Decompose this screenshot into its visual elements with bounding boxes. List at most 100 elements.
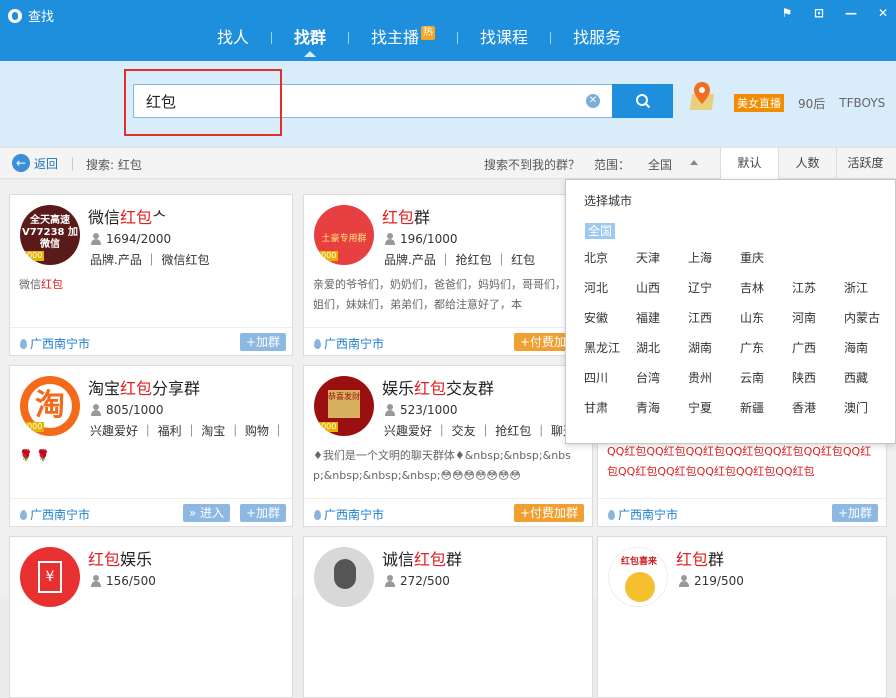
tab-find-courses[interactable]: 找课程 — [458, 26, 550, 50]
tab-find-groups[interactable]: 找群 — [272, 26, 348, 57]
city-option[interactable]: 江西 — [688, 310, 740, 326]
tab-find-services[interactable]: 找服务 — [551, 26, 643, 50]
location-pin-icon — [20, 338, 27, 349]
group-card[interactable]: 土豪专用群 1000 红包群 196/1000 品牌.产品 ｜ 抢红包 ｜ 红包… — [303, 194, 593, 356]
close-icon[interactable]: ✕ — [876, 6, 890, 20]
group-card[interactable]: 红包喜来 红包群 219/500 — [597, 536, 887, 698]
city-option[interactable]: 重庆 — [740, 250, 792, 266]
highlight-frame — [124, 69, 282, 136]
city-option[interactable]: 辽宁 — [688, 280, 740, 296]
group-card[interactable]: 诚信红包群 272/500 — [303, 536, 593, 698]
city-option[interactable]: 宁夏 — [688, 400, 740, 416]
sort-default[interactable]: 默认 — [720, 148, 778, 179]
city-option[interactable]: 甘肃 — [584, 400, 636, 416]
city-option[interactable]: 北京 — [584, 250, 636, 266]
range-label: 范围： — [594, 158, 631, 172]
clear-icon[interactable]: ✕ — [586, 94, 600, 108]
city-option[interactable]: 河北 — [584, 280, 636, 296]
join-button[interactable]: +加群 — [831, 504, 878, 522]
city-option[interactable]: 云南 — [740, 370, 792, 386]
group-tags: 兴趣爱好 ｜ 交友 ｜ 抢红包 ｜ 聊天 — [384, 424, 575, 438]
city-option[interactable]: 福建 — [636, 310, 688, 326]
chevron-up-icon[interactable] — [690, 160, 698, 165]
city-option[interactable]: 山东 — [740, 310, 792, 326]
city-option[interactable]: 西藏 — [844, 370, 896, 386]
city-option[interactable]: 吉林 — [740, 280, 792, 296]
filter-bar: ← 返回 搜索: 红包 搜索不到我的群？ 范围： 全国 默认 人数 活跃度 — [0, 147, 896, 179]
group-name[interactable]: 红包娱乐 — [88, 546, 152, 570]
city-option[interactable]: 浙江 — [844, 280, 896, 296]
city-option[interactable]: 河南 — [792, 310, 844, 326]
search-icon — [635, 94, 650, 109]
group-name[interactable]: 淘宝红包分享群 — [88, 375, 200, 399]
city-option[interactable]: 湖北 — [636, 340, 688, 356]
person-icon — [90, 404, 102, 416]
hot-search-links: 美女直播 90后 TFBOYS — [734, 94, 885, 112]
app-title-text: 查找 — [28, 10, 55, 25]
group-card[interactable]: 全天高速 V77238 加微信 2000 微信红包ᄉ 1694/2000 品牌.… — [9, 194, 293, 356]
city-option[interactable]: 天津 — [636, 250, 688, 266]
city-option[interactable]: 澳门 — [844, 400, 896, 416]
feedback-icon[interactable]: ⚑ — [780, 6, 794, 20]
group-desc: 微信红包 — [19, 278, 63, 291]
skin-icon[interactable]: ⊡ — [812, 6, 826, 20]
city-option[interactable]: 广西 — [792, 340, 844, 356]
city-option[interactable]: 安徽 — [584, 310, 636, 326]
person-icon — [384, 575, 396, 587]
group-city: 广西南宁市 — [608, 506, 678, 523]
city-option[interactable]: 香港 — [792, 400, 844, 416]
join-button[interactable]: +加群 — [239, 504, 286, 522]
city-option[interactable]: 山西 — [636, 280, 688, 296]
city-option[interactable]: 台湾 — [636, 370, 688, 386]
city-option[interactable]: 内蒙古 — [844, 310, 896, 326]
city-option[interactable]: 青海 — [636, 400, 688, 416]
group-desc: 🌹 🌹 — [19, 449, 50, 462]
city-option[interactable]: 广东 — [740, 340, 792, 356]
city-option[interactable]: 上海 — [688, 250, 740, 266]
enter-button[interactable]: » 进入 — [182, 504, 230, 522]
sort-members[interactable]: 人数 — [778, 148, 836, 179]
group-card[interactable]: ¥ 红包娱乐 156/500 — [9, 536, 293, 698]
group-card[interactable]: 淘 1000 淘宝红包分享群 805/1000 兴趣爱好 ｜ 福利 ｜ 淘宝 ｜… — [9, 365, 293, 527]
city-option[interactable]: 贵州 — [688, 370, 740, 386]
sort-activity[interactable]: 活跃度 — [836, 148, 894, 179]
hot-link-90s[interactable]: 90后 — [798, 95, 825, 112]
city-option[interactable]: 四川 — [584, 370, 636, 386]
group-card[interactable]: 恭喜发财 1000 娱乐红包交友群 523/1000 兴趣爱好 ｜ 交友 ｜ 抢… — [303, 365, 593, 527]
search-button[interactable] — [612, 84, 673, 118]
join-button[interactable]: +加群 — [239, 333, 286, 351]
paid-join-button[interactable]: +付费加群 — [513, 504, 584, 522]
group-city: 广西南宁市 — [314, 506, 384, 523]
member-count: 523/1000 — [384, 403, 458, 417]
hot-link-tfboys[interactable]: TFBOYS — [839, 96, 885, 110]
location-pin-icon — [314, 509, 321, 520]
group-name[interactable]: 娱乐红包交友群 — [382, 375, 494, 399]
group-avatar: 红包喜来 — [608, 547, 668, 607]
city-option-all[interactable]: 全国 — [585, 223, 616, 239]
group-name[interactable]: 诚信红包群 — [382, 546, 462, 570]
location-map-icon[interactable] — [689, 80, 720, 114]
location-pin-icon — [608, 509, 615, 520]
group-city: 广西南宁市 — [314, 335, 384, 352]
city-option[interactable]: 海南 — [844, 340, 896, 356]
city-option[interactable]: 陕西 — [792, 370, 844, 386]
back-button[interactable]: ← 返回 — [12, 154, 58, 172]
group-name[interactable]: 微信红包ᄉ — [88, 204, 167, 228]
city-option[interactable]: 湖南 — [688, 340, 740, 356]
city-option[interactable]: 江苏 — [792, 280, 844, 296]
tab-find-people[interactable]: 找人 — [195, 26, 271, 50]
not-found-link[interactable]: 搜索不到我的群？ — [484, 156, 580, 173]
member-count: 1694/2000 — [90, 232, 171, 246]
city-option — [792, 250, 844, 266]
group-name[interactable]: 红包群 — [676, 546, 724, 570]
card-footer: 广西南宁市 » 进入 +加群 — [10, 498, 292, 526]
group-name[interactable]: 红包群 — [382, 204, 430, 228]
tab-find-anchor[interactable]: 找主播热 — [349, 26, 457, 50]
minimize-icon[interactable]: — — [844, 6, 858, 20]
range-select[interactable]: 全国 — [648, 156, 672, 173]
hot-link-live[interactable]: 美女直播 — [734, 94, 784, 112]
group-avatar — [314, 547, 374, 607]
city-option[interactable]: 黑龙江 — [584, 340, 636, 356]
city-option[interactable]: 新疆 — [740, 400, 792, 416]
person-icon — [90, 233, 102, 245]
